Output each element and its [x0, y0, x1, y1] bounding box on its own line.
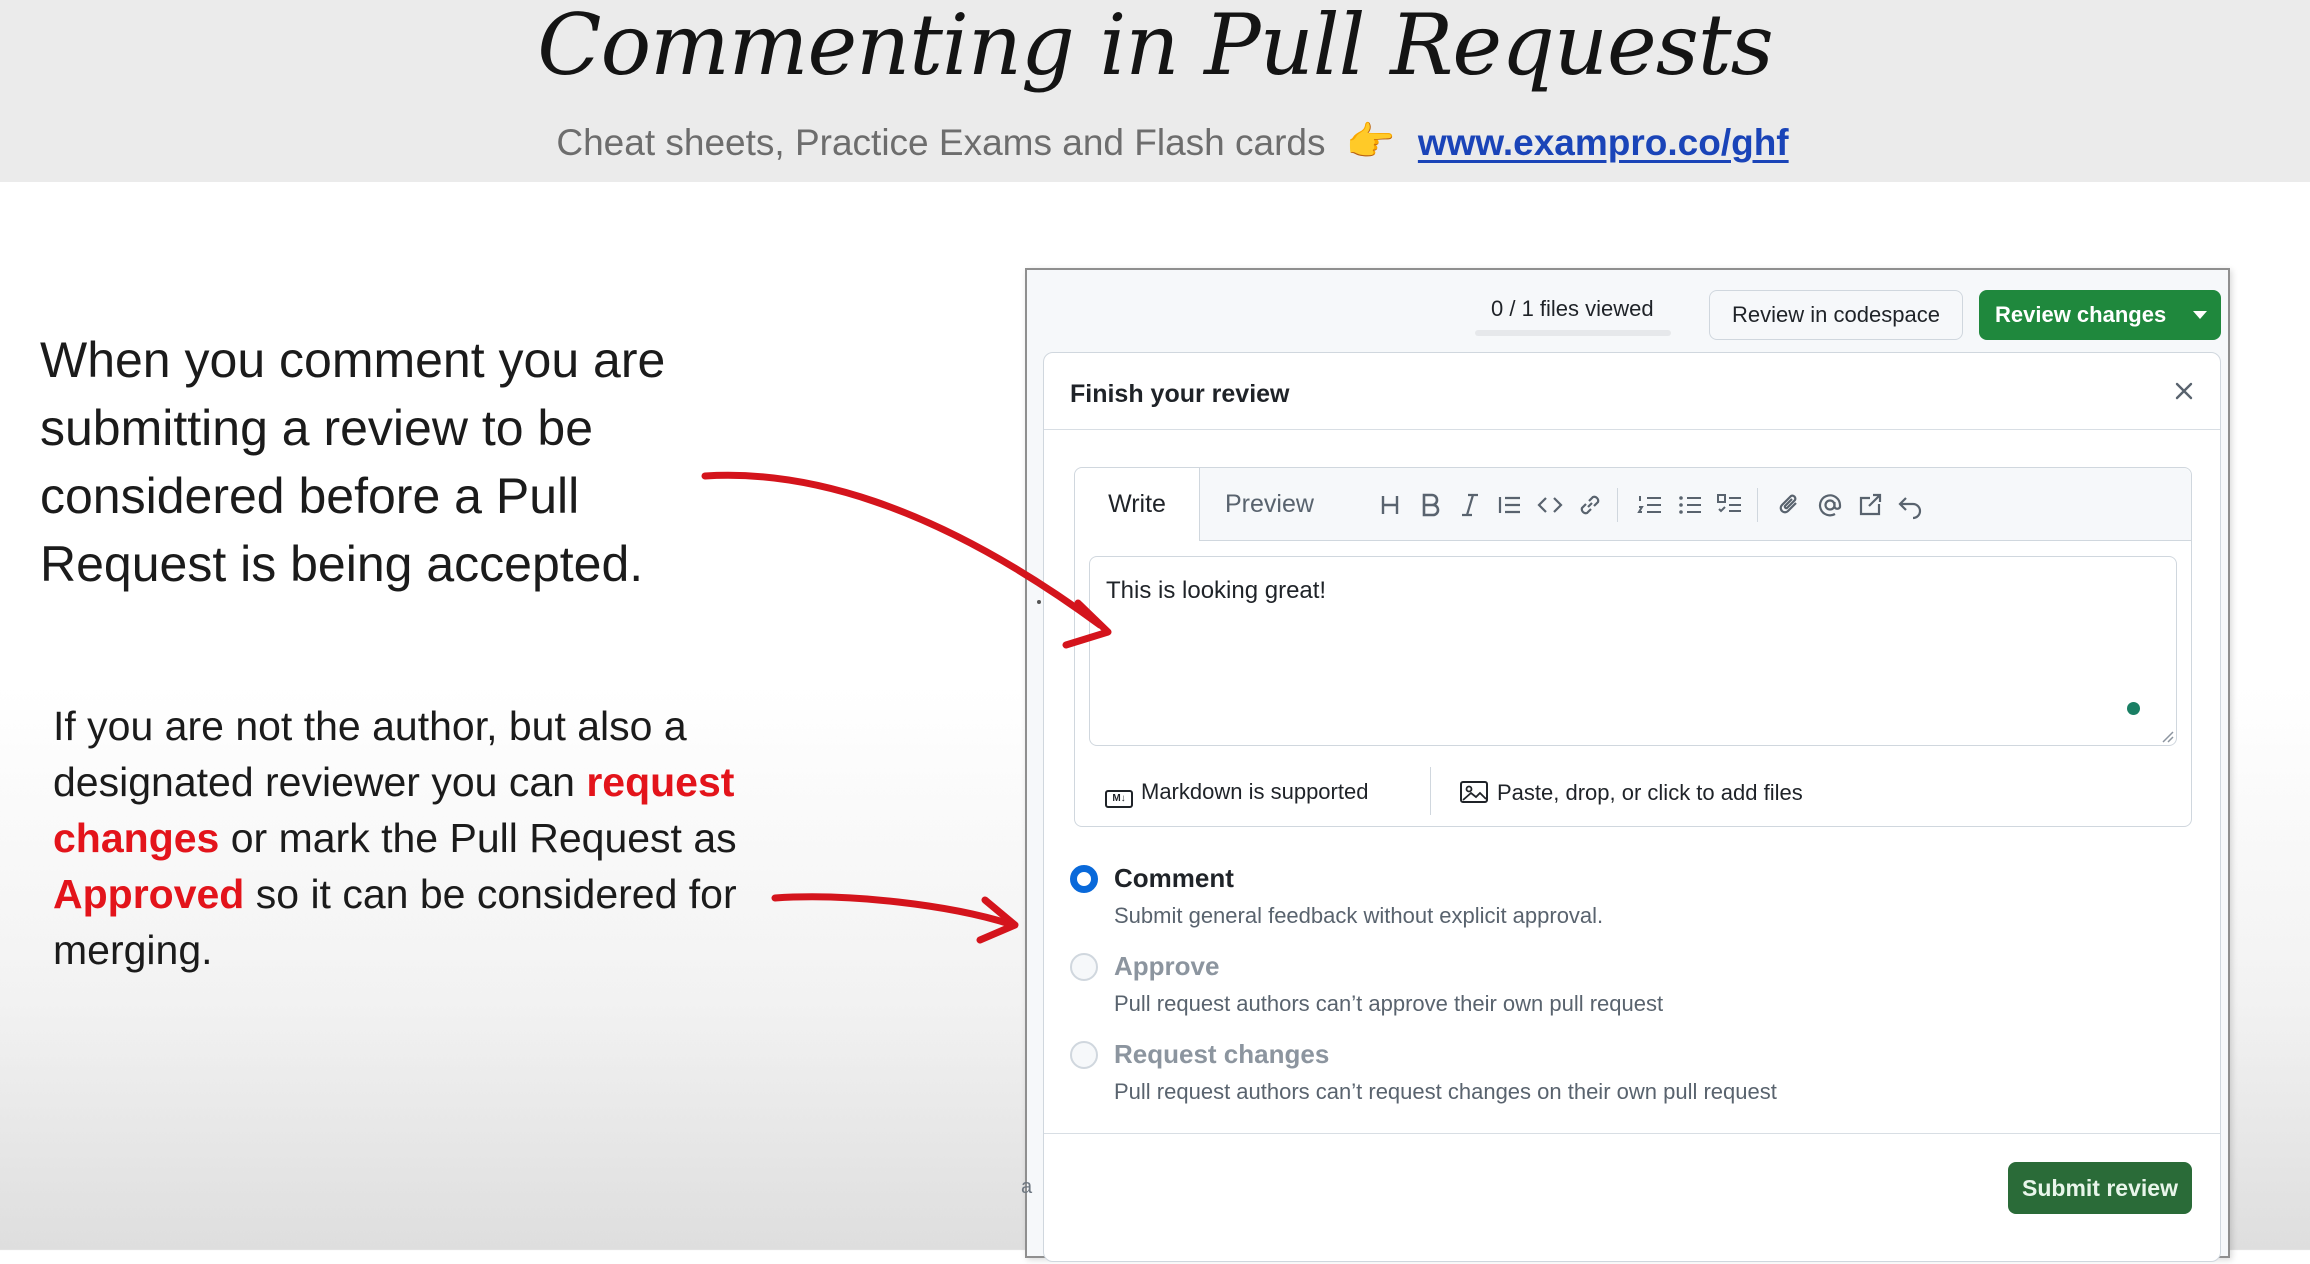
footer-divider: [1430, 767, 1431, 815]
editor-toolbar: Write Preview: [1075, 468, 2191, 541]
option-approve-desc: Pull request authors can’t approve their…: [1114, 991, 1664, 1016]
option-comment-desc: Submit general feedback without explicit…: [1114, 903, 1604, 928]
tab-preview[interactable]: Preview: [1225, 468, 1314, 540]
subtitle-text: Cheat sheets, Practice Exams and Flash c…: [556, 122, 1326, 163]
task-list-icon[interactable]: [1715, 490, 1745, 520]
status-dot: [2127, 702, 2140, 715]
attach-icon[interactable]: [1775, 490, 1805, 520]
toolbar-divider: [1617, 488, 1618, 522]
stray-character: a: [1021, 1176, 1033, 1198]
explanation-review-options: If you are not the author, but also a de…: [53, 698, 783, 978]
option-request-changes-label: Request changes: [1114, 1039, 1330, 1069]
unordered-list-icon[interactable]: [1675, 490, 1705, 520]
heading-icon[interactable]: [1375, 490, 1405, 520]
popup-footer: Submit review: [1044, 1133, 2220, 1264]
radio-request-changes: [1070, 1041, 1098, 1069]
gutter-mark: [1037, 600, 1041, 604]
files-viewed-counter: 0 / 1 files viewed: [1491, 296, 1654, 321]
comment-textarea[interactable]: This is looking great!: [1089, 556, 2177, 746]
markdown-icon: M↓: [1105, 790, 1133, 808]
exampro-link[interactable]: www.exampro.co/ghf: [1418, 122, 1789, 163]
bold-icon[interactable]: [1415, 490, 1445, 520]
explanation-text: or mark the Pull Request as: [219, 815, 737, 861]
markdown-hint-label: Markdown is supported: [1141, 779, 1369, 804]
attach-files-hint[interactable]: Paste, drop, or click to add files: [1459, 779, 1803, 806]
arrow-to-options: [771, 893, 1014, 928]
comment-text: This is looking great!: [1106, 577, 1327, 604]
github-review-panel: 0 / 1 files viewed Review in codespace R…: [1021, 268, 2230, 1262]
mention-icon[interactable]: [1815, 490, 1845, 520]
explanation-comment: When you comment you are submitting a re…: [40, 332, 666, 592]
slide-title: Commenting in Pull Requests: [537, 0, 1773, 94]
ordered-list-icon[interactable]: [1635, 490, 1665, 520]
image-icon: [1460, 781, 1488, 803]
arrow-head-options: [976, 896, 1019, 944]
resize-handle-icon[interactable]: [2160, 729, 2174, 743]
radio-comment[interactable]: [1070, 865, 1098, 893]
toolbar-divider: [1757, 488, 1758, 522]
review-in-codespace-button[interactable]: Review in codespace: [1709, 290, 1963, 340]
review-changes-button[interactable]: Review changes: [1979, 290, 2221, 340]
caret-down-icon: [2193, 311, 2207, 319]
option-approve-label: Approve: [1114, 951, 1220, 981]
attach-hint-label: Paste, drop, or click to add files: [1497, 780, 1803, 805]
quote-icon[interactable]: [1495, 490, 1525, 520]
editor-footer: M↓ Markdown is supported Paste, drop, or …: [1075, 753, 2191, 825]
italic-icon[interactable]: [1455, 490, 1485, 520]
highlight-approved: Approved: [53, 871, 245, 917]
option-comment-label: Comment: [1114, 863, 1234, 893]
comment-editor: Write Preview This is looking great! M↓ …: [1074, 467, 2192, 827]
reference-icon[interactable]: [1855, 490, 1885, 520]
markdown-hint[interactable]: M↓ Markdown is supported: [1105, 779, 1368, 808]
finish-review-popup: Finish your review Write Preview This is…: [1043, 352, 2221, 1262]
popup-header: Finish your review: [1044, 353, 2220, 430]
option-request-changes-desc: Pull request authors can’t request chang…: [1114, 1079, 1777, 1104]
pointing-hand-icon: 👉: [1345, 120, 1396, 164]
code-icon[interactable]: [1535, 490, 1565, 520]
undo-icon[interactable]: [1895, 490, 1925, 520]
radio-approve: [1070, 953, 1098, 981]
popup-title: Finish your review: [1070, 380, 1290, 408]
close-icon[interactable]: [2172, 379, 2196, 403]
link-icon[interactable]: [1575, 490, 1605, 520]
tab-write[interactable]: Write: [1075, 468, 1200, 541]
files-viewed-progress: [1475, 330, 1671, 336]
submit-review-button[interactable]: Submit review: [2008, 1162, 2192, 1214]
review-changes-label: Review changes: [1995, 302, 2167, 327]
subtitle-row: Cheat sheets, Practice Exams and Flash c…: [0, 118, 2310, 165]
